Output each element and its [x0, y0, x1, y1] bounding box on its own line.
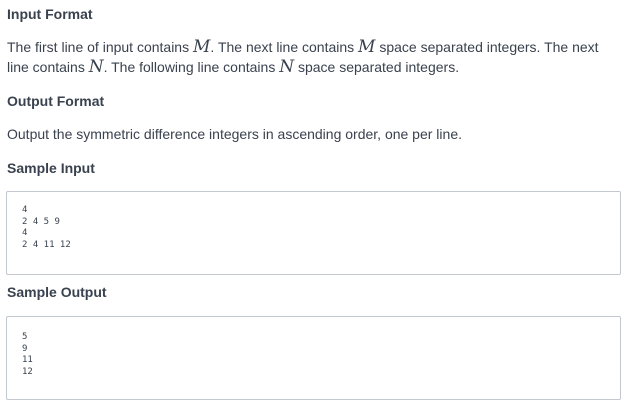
input-format-text: space separated integers.	[294, 59, 460, 75]
input-format-heading: Input Format	[7, 6, 93, 22]
input-format-text: . The next line contains	[210, 39, 359, 55]
code-line: 11	[22, 355, 33, 365]
math-variable-n: N	[279, 57, 295, 77]
code-line: 5	[22, 332, 28, 342]
math-variable-m: M	[358, 37, 376, 57]
math-variable-m: M	[193, 37, 211, 57]
code-line: 4	[22, 205, 28, 215]
math-variable-n: N	[88, 57, 104, 77]
code-line: 4	[22, 228, 28, 238]
sample-output-heading: Sample Output	[7, 284, 107, 300]
sample-input-code-block[interactable]: 4 2 4 5 9 4 2 4 11 12	[6, 191, 621, 275]
sample-input-heading: Sample Input	[7, 160, 95, 176]
input-format-text: The first line of input contains	[7, 39, 193, 55]
sample-output-code-block[interactable]: 5 9 11 12	[6, 316, 621, 400]
code-line: 2 4 5 9	[22, 216, 60, 227]
code-line: 9	[22, 343, 28, 354]
output-format-heading: Output Format	[7, 93, 105, 109]
output-format-description: Output the symmetric difference integers…	[7, 126, 462, 142]
code-line: 12	[22, 366, 33, 377]
input-format-description: The first line of input contains M. The …	[7, 37, 617, 77]
input-format-text: . The following line contains	[103, 59, 280, 75]
code-line: 2 4 11 12	[22, 239, 71, 250]
